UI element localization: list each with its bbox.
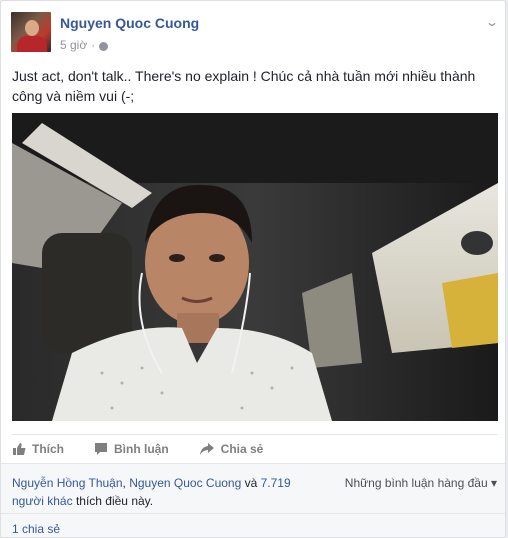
likes-and: và <box>241 476 261 490</box>
liker-name-1[interactable]: Nguyễn Hồng Thuận <box>12 476 123 490</box>
share-arrow-icon <box>199 443 214 455</box>
avatar-face <box>25 20 39 36</box>
like-button[interactable]: Thích <box>12 442 64 456</box>
post-time[interactable]: 5 giờ <box>60 38 87 52</box>
post-card: Nguyen Quoc Cuong 5 giờ · ⌄ Just act, do… <box>0 0 506 538</box>
post-header: Nguyen Quoc Cuong 5 giờ · ⌄ <box>11 12 499 54</box>
comment-button[interactable]: Bình luận <box>94 442 169 456</box>
globe-icon[interactable] <box>99 41 109 51</box>
chevron-down-icon[interactable]: ⌄ <box>482 15 502 29</box>
reactions-summary: Nguyễn Hồng Thuận, Nguyen Quoc Cuong và … <box>1 463 505 514</box>
author-name[interactable]: Nguyen Quoc Cuong <box>60 15 199 31</box>
share-label: Chia sẻ <box>220 442 264 456</box>
post-meta: 5 giờ · <box>60 38 109 52</box>
share-button[interactable]: Chia sẻ <box>199 442 264 456</box>
avatar-shirt <box>17 36 47 52</box>
top-comments-dropdown[interactable]: Những bình luận hàng đầu ▾ <box>345 474 497 492</box>
top-comments-label: Những bình luận hàng đầu <box>344 476 488 490</box>
likes-suffix: thích điều này. <box>72 494 154 508</box>
meta-separator: · <box>91 38 96 52</box>
likes-text: Nguyễn Hồng Thuận, Nguyen Quoc Cuong và … <box>12 474 302 510</box>
post-text: Just act, don't talk.. There's no explai… <box>12 68 476 104</box>
avatar[interactable] <box>11 12 51 52</box>
post-photo[interactable] <box>12 113 498 421</box>
action-bar: Thích Bình luận Chia sẻ <box>12 434 498 463</box>
comment-label: Bình luận <box>114 442 169 456</box>
thumbs-up-icon <box>13 443 26 455</box>
liker-name-2[interactable]: Nguyen Quoc Cuong <box>129 476 241 490</box>
shares-row: 1 chia sẻ <box>1 513 505 537</box>
like-label: Thích <box>32 442 64 456</box>
photo-illustration <box>12 113 498 421</box>
chevron-down-icon: ▾ <box>490 476 497 490</box>
shares-count-link[interactable]: 1 chia sẻ <box>12 522 60 536</box>
comment-icon <box>95 443 107 455</box>
